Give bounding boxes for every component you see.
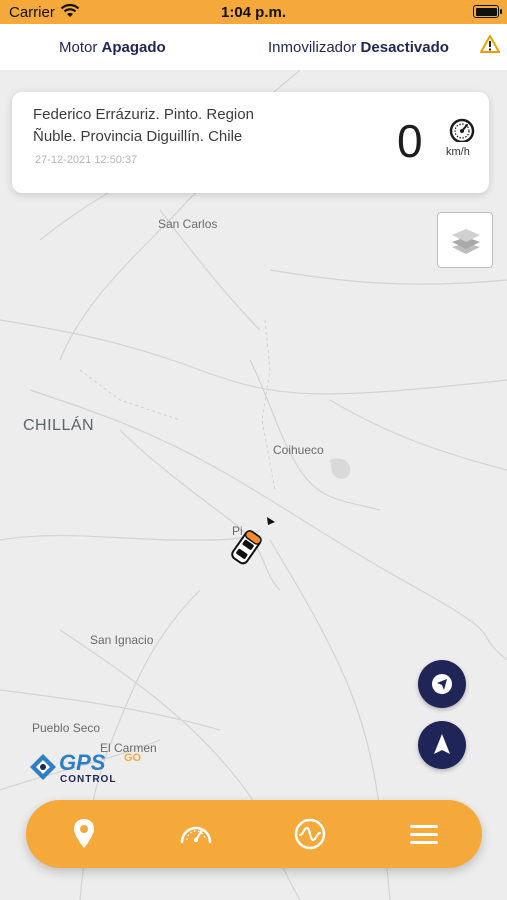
location-card[interactable]: Federico Errázuriz. Pinto. Region Ñuble.…	[12, 92, 489, 193]
battery-icon	[473, 5, 502, 18]
menu-icon[interactable]	[406, 816, 442, 852]
motor-label: Motor	[59, 39, 98, 56]
signal-icon[interactable]	[292, 816, 328, 852]
logo-subtext: CONTROL	[60, 774, 117, 785]
immobilizer-status: Inmovilizador Desactivado	[268, 39, 449, 56]
clock: 1:04 p.m.	[220, 4, 287, 21]
direction-arrow-icon	[267, 517, 275, 525]
compass-button[interactable]	[418, 721, 466, 769]
timestamp: 27-12-2021 12:50:37	[35, 154, 138, 166]
status-bar: Carrier 1:04 p.m.	[0, 0, 507, 24]
location-icon[interactable]	[66, 816, 102, 852]
gps-control-logo: GPS CONTROL GO	[28, 750, 143, 786]
speed-value: 0	[397, 115, 423, 167]
logo-badge: GO	[124, 752, 142, 764]
speedometer-icon	[448, 118, 476, 147]
vehicle-marker[interactable]	[226, 515, 280, 570]
map-label-coihueco: Coihueco	[273, 443, 324, 457]
motor-value: Apagado	[101, 39, 166, 56]
warning-icon[interactable]	[480, 35, 500, 58]
compass-arrow-icon	[434, 734, 450, 754]
map-label-san-ignacio: San Ignacio	[90, 633, 154, 647]
my-location-button[interactable]	[418, 660, 466, 708]
speedometer-icon[interactable]	[178, 816, 214, 852]
map-label-pueblo-seco: Pueblo Seco	[32, 721, 101, 735]
navigation-arrow-icon	[432, 674, 452, 694]
immobilizer-value: Desactivado	[360, 39, 449, 56]
logo-text: GPS	[59, 750, 106, 775]
bottom-navigation	[26, 800, 482, 868]
map-label-san-carlos: San Carlos	[158, 217, 218, 231]
motor-status: Motor Apagado	[59, 39, 166, 56]
speed-unit: km/h	[446, 146, 470, 158]
vehicle-status-bar: Motor Apagado Inmovilizador Desactivado	[0, 24, 507, 70]
logo-pin-icon	[30, 754, 56, 780]
immobilizer-label: Inmovilizador	[268, 39, 357, 56]
layers-icon	[452, 229, 480, 254]
map-layers-button[interactable]	[437, 212, 493, 268]
map-label-chillan: CHILLÁN	[23, 417, 95, 434]
address-text: Federico Errázuriz. Pinto. Region Ñuble.…	[33, 106, 254, 145]
